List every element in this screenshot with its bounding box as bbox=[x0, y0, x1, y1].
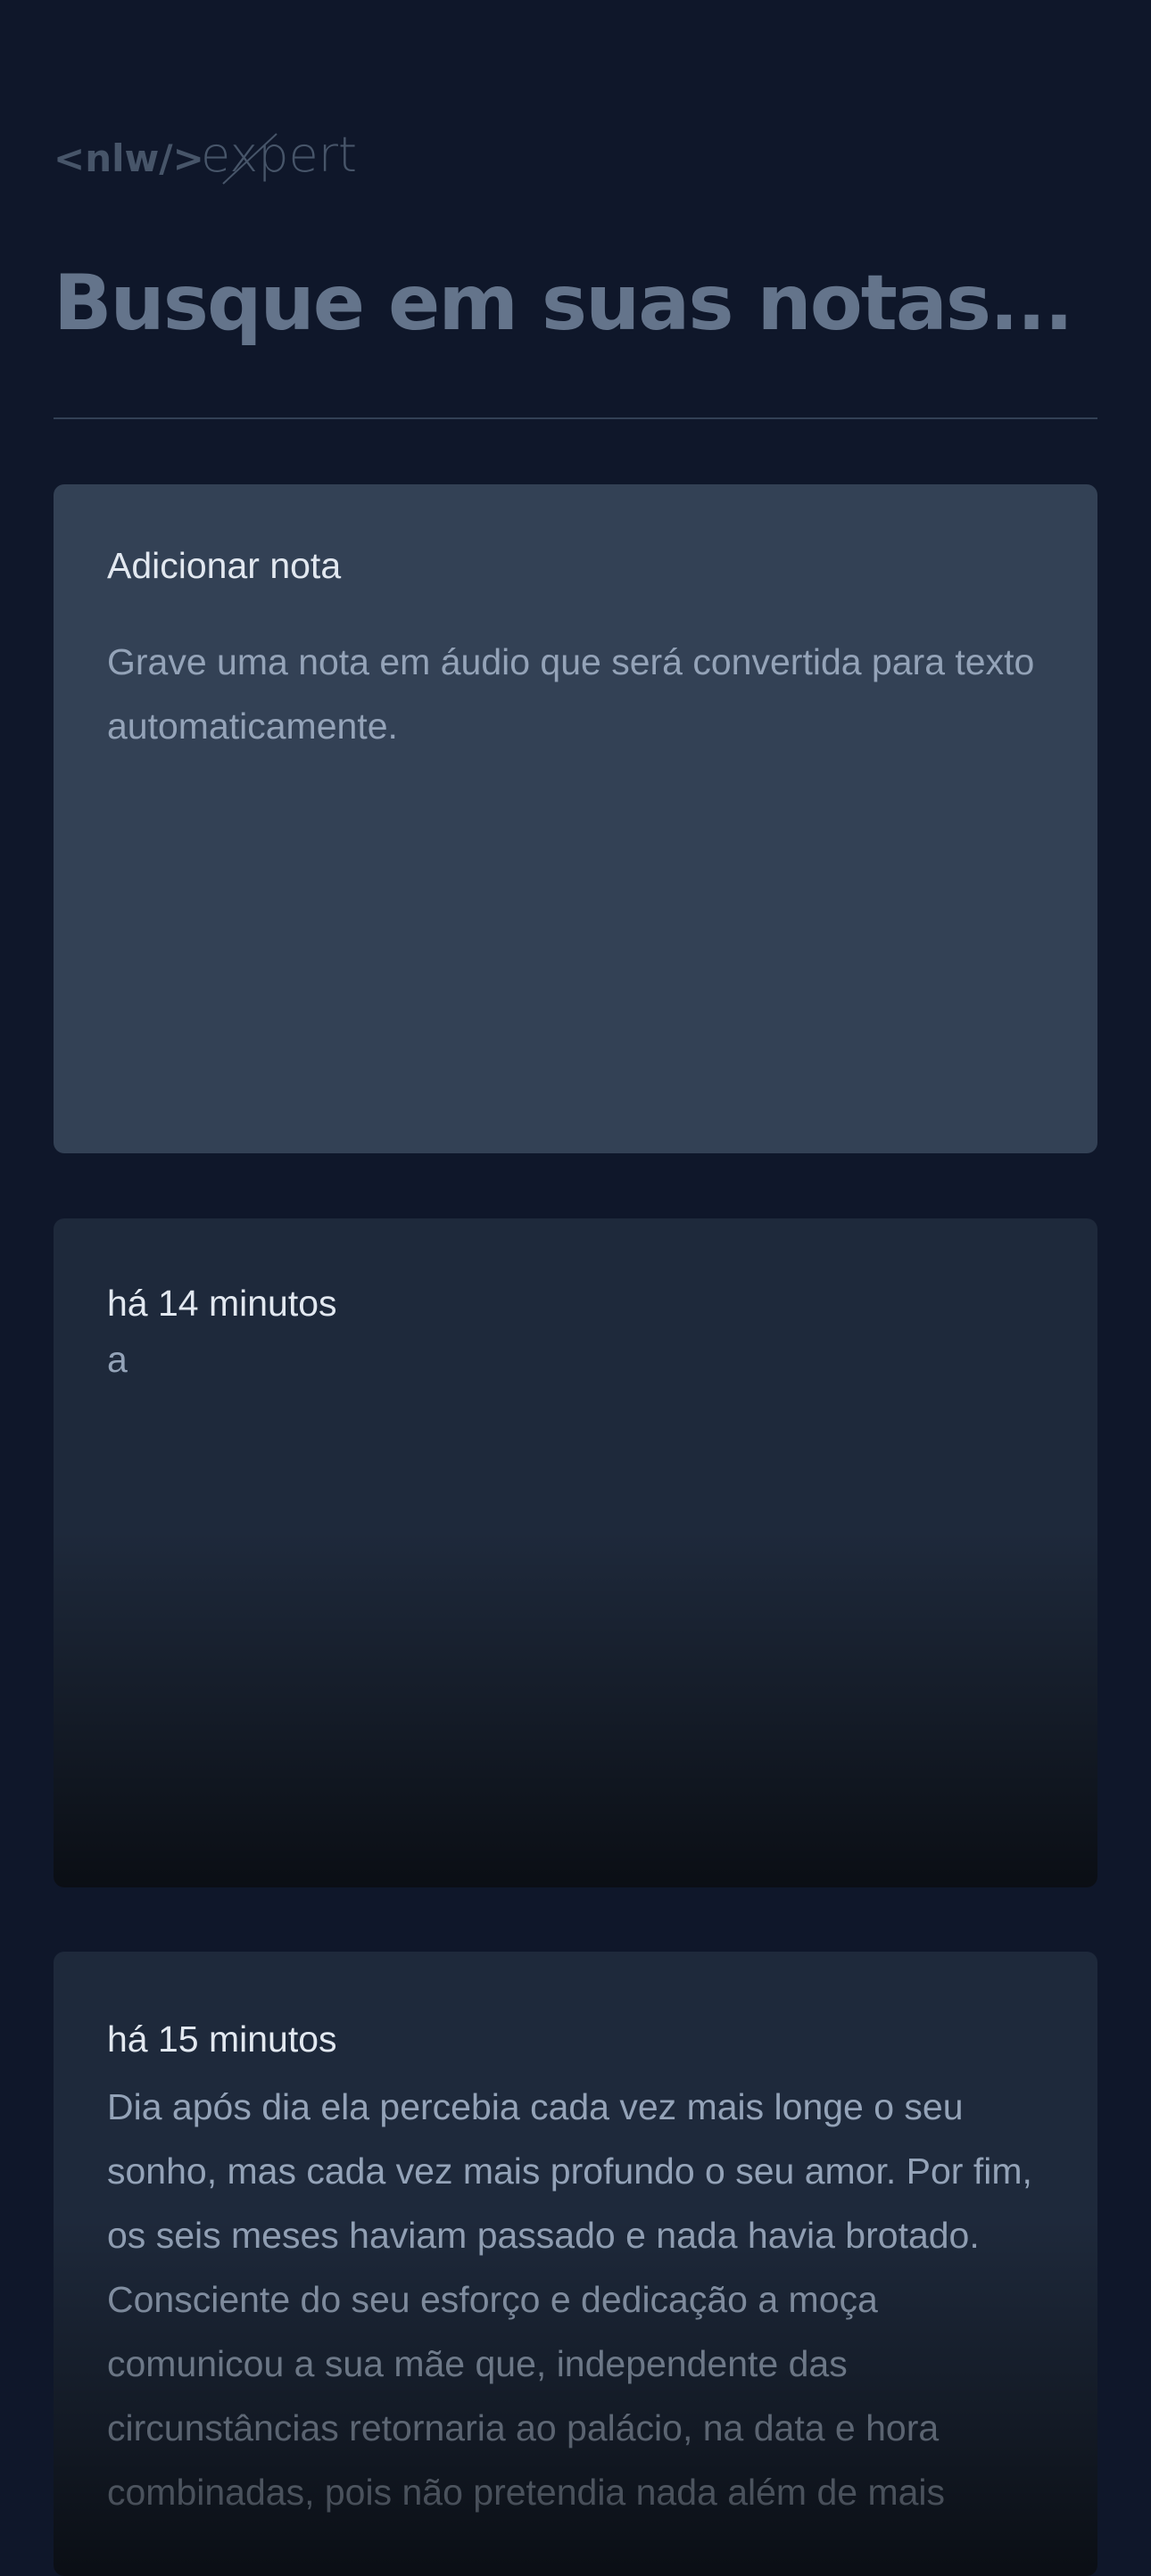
add-note-title: Adicionar nota bbox=[107, 545, 342, 586]
add-note-description: Grave uma nota em áudio que será convert… bbox=[107, 641, 1035, 747]
logo-right-text: expert bbox=[201, 127, 357, 183]
add-note-card[interactable]: Adicionar nota Grave uma nota em áudio q… bbox=[54, 484, 1097, 1153]
nlw-expert-logo: <nlw/> expert bbox=[54, 127, 357, 185]
note-fade-overlay bbox=[54, 1531, 1097, 1887]
divider bbox=[54, 417, 1097, 419]
note-time: há 14 minutos bbox=[107, 1283, 337, 1324]
logo-left-text: <nlw/> bbox=[54, 136, 204, 180]
note-card[interactable]: há 15 minutos Dia após dia ela percebia … bbox=[54, 1952, 1097, 2576]
note-content: Dia após dia ela percebia cada vez mais … bbox=[107, 2086, 1032, 2513]
note-content: a bbox=[107, 1339, 128, 1380]
note-time: há 15 minutos bbox=[107, 2019, 337, 2060]
note-card[interactable]: há 14 minutos a bbox=[54, 1218, 1097, 1887]
search-input[interactable] bbox=[54, 254, 1097, 352]
